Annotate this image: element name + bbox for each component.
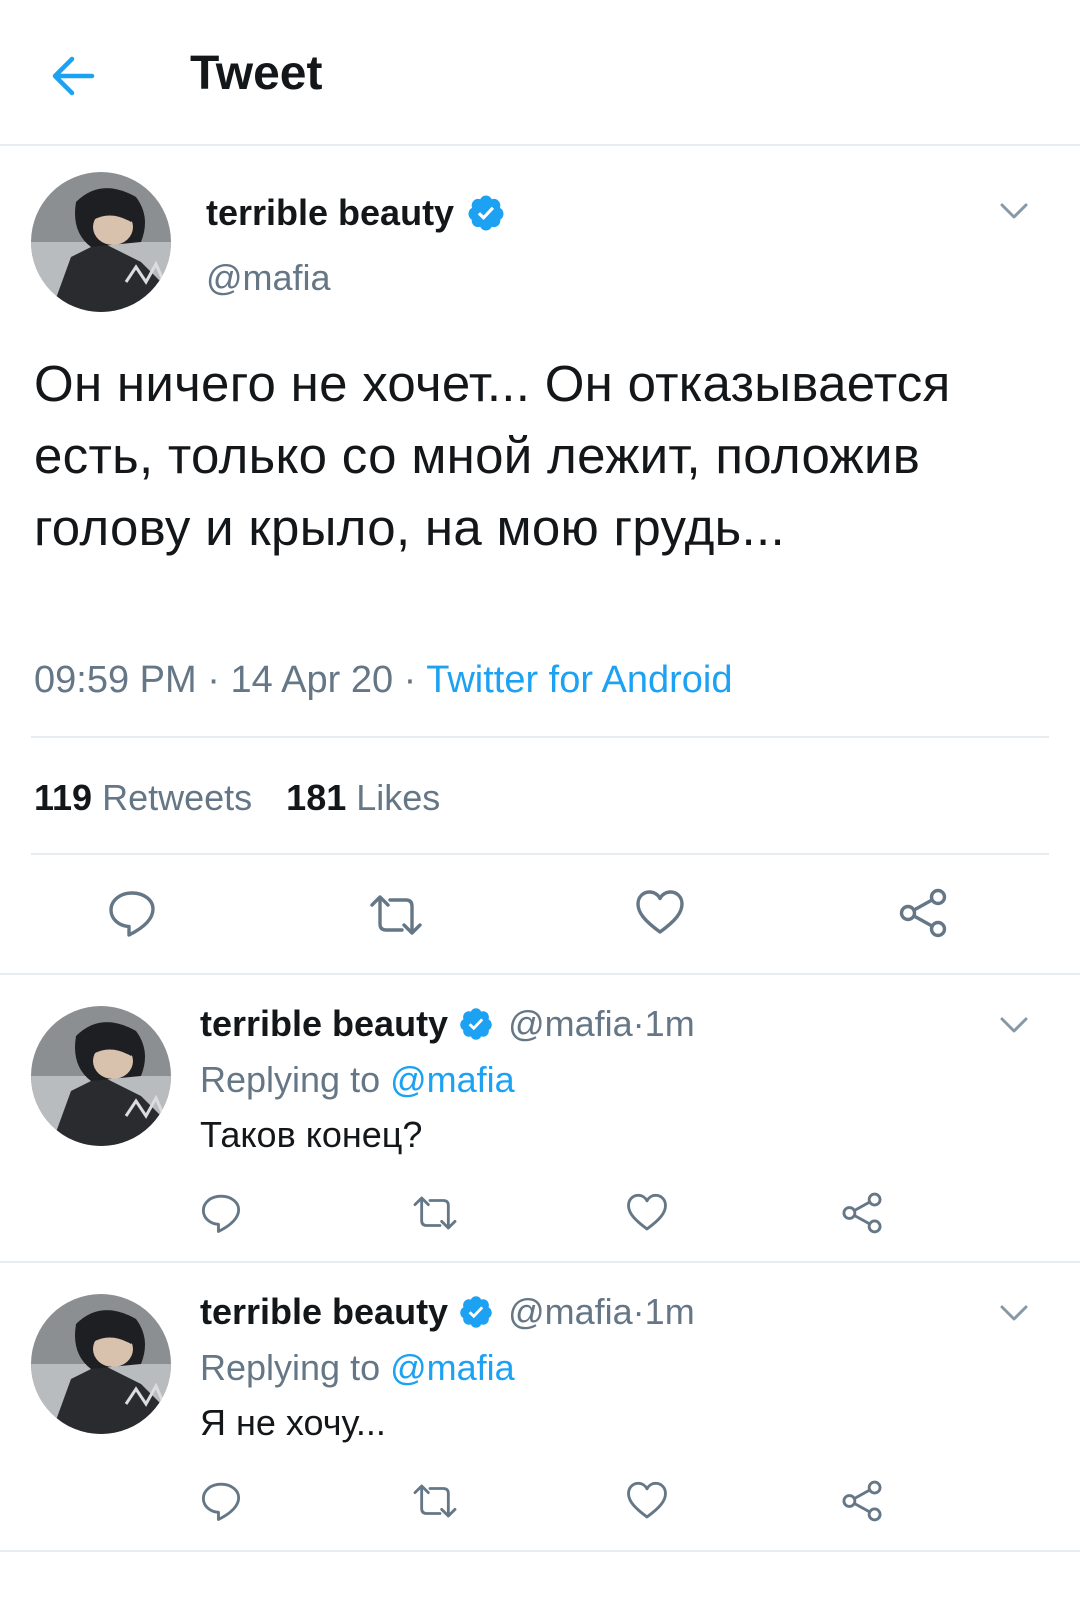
likes-label: Likes [356,777,441,818]
avatar-image [31,1006,171,1146]
avatar[interactable] [31,1294,171,1434]
reply-time: 1m [644,1291,695,1332]
reply-icon [200,1480,242,1522]
verified-badge-icon [466,193,506,233]
reply-author-name: terrible beauty [200,1003,449,1044]
meta-separator: · [632,1291,645,1332]
like-icon [626,1480,668,1522]
retweet-button[interactable] [410,1192,460,1234]
retweet-button[interactable] [366,890,426,940]
avatar-image [31,1294,171,1434]
divider [0,1550,1080,1552]
chevron-down-icon[interactable] [994,1010,1034,1040]
tweet-source-link[interactable]: Twitter for Android [426,659,732,701]
divider [31,853,1049,855]
reply-header[interactable]: terrible beauty @mafia · 1m [200,1289,695,1335]
like-button[interactable] [626,1480,668,1522]
reply-header[interactable]: terrible beauty @mafia · 1m [200,1001,695,1047]
retweet-button[interactable] [410,1480,460,1522]
reply-icon [107,888,157,938]
replying-to-label: Replying to [200,1059,381,1100]
likes-stat[interactable]: 181 Likes [286,777,474,818]
reply-button[interactable] [107,888,157,938]
author-display-name: terrible beauty [206,192,455,233]
author-handle[interactable]: @mafia [206,255,331,301]
likes-count: 181 [286,777,347,818]
retweet-icon [410,1192,460,1234]
retweet-icon [410,1480,460,1522]
reply-time: 1m [644,1003,695,1044]
meta-separator: · [393,659,427,701]
tweet-text: Он ничего не хочет... Он отказывается ес… [34,355,951,556]
retweets-stat[interactable]: 119 Retweets [34,777,286,818]
avatar-image [31,172,171,312]
tweet-time: 09:59 PM [34,659,197,701]
reply-button[interactable] [200,1192,242,1234]
divider [31,736,1049,738]
reply-icon [200,1192,242,1234]
reply-author-handle: @mafia [508,1291,633,1332]
retweets-label: Retweets [102,777,253,818]
verified-badge-icon [458,1006,494,1042]
avatar[interactable] [31,172,171,312]
like-icon [626,1192,668,1234]
back-arrow-icon[interactable] [46,48,102,104]
tweet-date: 14 Apr 20 [230,659,394,701]
replying-to: Replying to @mafia [200,1057,515,1103]
reply-author-handle: @mafia [508,1003,633,1044]
retweet-icon [366,890,426,940]
replying-to-label: Replying to [200,1347,381,1388]
chevron-down-icon[interactable] [994,1298,1034,1328]
retweets-count: 119 [34,777,93,818]
reply-text: Я не хочу... [200,1402,386,1443]
replying-to: Replying to @mafia [200,1345,515,1391]
tweet-meta: 09:59 PM · 14 Apr 20 · Twitter for Andro… [34,656,732,704]
share-button[interactable] [898,888,948,938]
verified-badge-icon [458,1294,494,1330]
share-icon [841,1192,883,1234]
divider [0,973,1080,975]
reply-text: Таков конец? [200,1114,423,1155]
like-button[interactable] [626,1192,668,1234]
share-icon [841,1480,883,1522]
chevron-down-icon[interactable] [994,196,1034,226]
like-icon [635,888,685,938]
meta-separator: · [196,659,231,701]
share-icon [898,888,948,938]
avatar[interactable] [31,1006,171,1146]
top-bar: Tweet [0,0,1080,146]
meta-separator: · [632,1003,645,1044]
divider [0,1261,1080,1263]
replying-to-handle[interactable]: @mafia [390,1347,515,1388]
replying-to-handle[interactable]: @mafia [390,1059,515,1100]
tweet-stats: 119 Retweets 181 Likes [34,774,474,822]
author-name[interactable]: terrible beauty [206,190,506,236]
like-button[interactable] [635,888,685,938]
reply-button[interactable] [200,1480,242,1522]
page-title: Tweet [190,47,323,100]
share-button[interactable] [841,1192,883,1234]
share-button[interactable] [841,1480,883,1522]
reply-author-name: terrible beauty [200,1291,449,1332]
